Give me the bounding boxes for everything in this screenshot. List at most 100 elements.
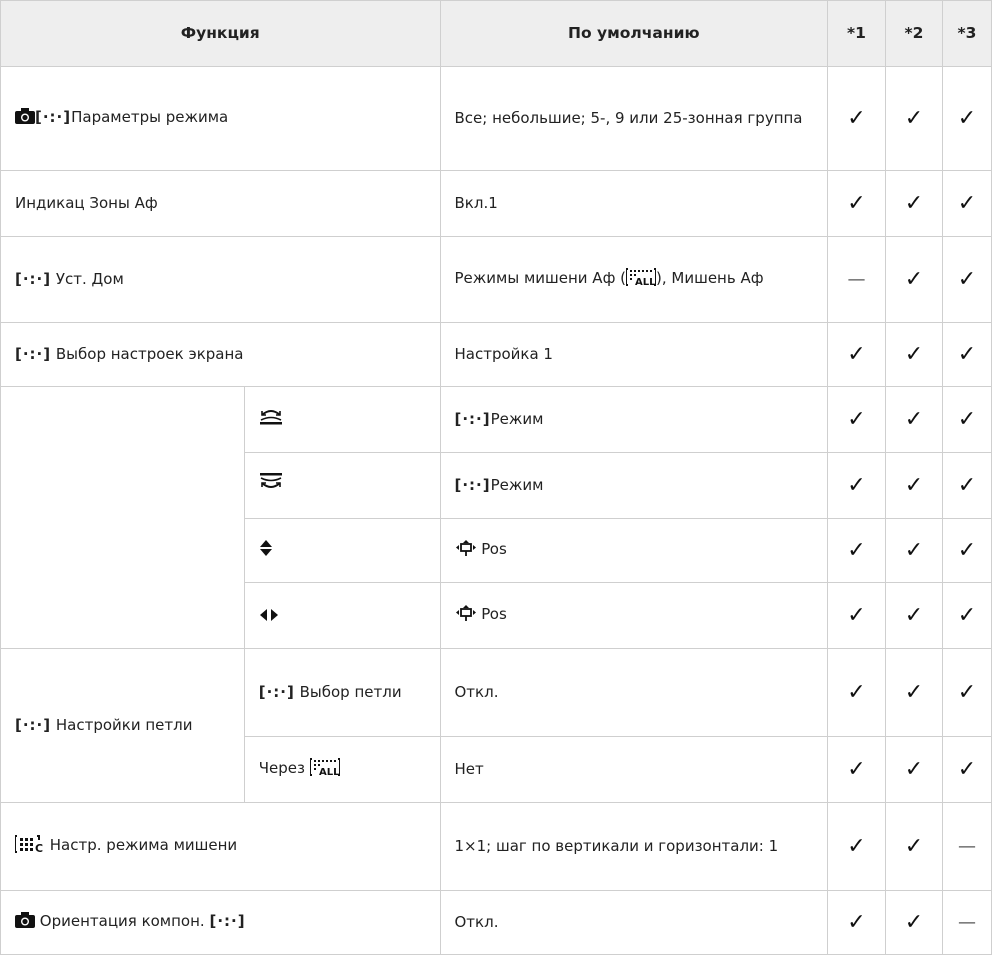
dash-mark: — [941,802,992,891]
check-mark: ✓ [884,66,943,171]
front-dial-icon [259,406,283,435]
check-mark: ✓ [827,890,886,955]
table-row: Ориентация компон. [·:·] Откл. ✓ ✓ — [0,890,992,955]
af-target-icon: [·:·] [15,716,52,734]
default-cell: Нет [439,736,828,803]
check-mark: ✓ [827,736,886,803]
af-target-icon: [·:·] [258,683,295,701]
column-header-3: *3 [941,0,992,67]
check-mark: ✓ [884,736,943,803]
all-targets-icon: ALL [625,267,658,295]
check-mark: ✓ [884,802,943,891]
check-mark: ✓ [941,518,992,583]
camera-icon [15,910,35,937]
empty-group-cell [0,386,245,649]
function-label: Ориентация компон. [39,912,205,930]
subfunction-cell [243,452,441,519]
default-cell: [·:·]Режим [439,452,828,519]
function-cell: [·:·] Уст. Дом [0,236,441,323]
table-row: [·:·] Настройки петли [·:·] Выбор петли … [0,648,992,803]
check-mark: ✓ [827,582,886,649]
default-cell: Все; небольшие; 5-, 9 или 25-зонная груп… [439,66,828,171]
af-target-icon: [·:·] [209,912,246,930]
subfunction-cell [243,582,441,649]
check-mark: ✓ [827,386,886,453]
check-mark: ✓ [884,322,943,387]
multi-selector-icon [455,539,477,566]
dash-mark: — [941,890,992,955]
function-cell: Ориентация компон. [·:·] [0,890,441,955]
check-mark: ✓ [884,170,943,237]
check-mark: ✓ [941,736,992,803]
subfunction-cell [243,518,441,583]
check-mark: ✓ [941,66,992,171]
af-target-icon: [·:·] [15,345,52,363]
svg-text:ALL: ALL [319,767,340,776]
check-mark: ✓ [884,236,943,323]
subfunction-label: Через [258,758,305,777]
check-mark: ✓ [827,802,886,891]
rear-dial-icon [259,472,283,501]
check-mark: ✓ [884,890,943,955]
check-mark: ✓ [884,648,943,737]
subfunction-cell [243,386,441,453]
function-label: Выбор настроек экрана [55,345,244,363]
af-target-icon: [·:·] [15,270,52,288]
svg-text:ALL: ALL [635,277,656,286]
target-mode-icon: C [14,834,45,862]
table-row: [·:·]Параметры режима Все; небольшие; 5-… [0,66,992,171]
check-mark: ✓ [827,518,886,583]
check-mark: ✓ [941,648,992,737]
check-mark: ✓ [827,66,886,171]
column-header-function: Функция [0,0,441,67]
table-header-row: Функция По умолчанию *1 *2 *3 [0,0,992,67]
default-cell: Pos [439,518,828,583]
settings-table: Функция По умолчанию *1 *2 *3 [·:·]Парам… [0,0,992,955]
check-mark: ✓ [941,322,992,387]
default-cell: Вкл.1 [439,170,828,237]
check-mark: ✓ [884,518,943,583]
check-mark: ✓ [941,236,992,323]
function-label: Настр. режима мишени [49,835,238,854]
all-targets-icon: ALL [308,757,341,785]
function-label: Индикац Зоны Аф [0,170,441,237]
default-cell: Откл. [439,890,828,955]
table-row: Индикац Зоны Аф Вкл.1 ✓ ✓ ✓ [0,170,992,237]
table-row: [·:·] Выбор настроек экрана Настройка 1 … [0,322,992,387]
check-mark: ✓ [827,170,886,237]
table-row: [·:·]Режим ✓ ✓ ✓ [0,386,992,649]
function-label: Уст. Дом [55,270,124,288]
check-mark: ✓ [884,452,943,519]
check-mark: ✓ [941,170,992,237]
default-cell: Режимы мишени Аф (ALL), Мишень Аф [439,236,828,323]
default-cell: Pos [439,582,828,649]
function-cell: [·:·] Выбор настроек экрана [0,322,441,387]
subfunction-cell: [·:·] Выбор петли [243,648,441,737]
default-text: Режим [490,410,544,428]
default-text: ), Мишень Аф [656,268,764,287]
check-mark: ✓ [827,452,886,519]
check-mark: ✓ [884,582,943,649]
column-header-default: По умолчанию [439,0,828,67]
af-target-icon: [·:·] [454,410,491,428]
svg-text:C: C [35,842,43,853]
check-mark: ✓ [941,582,992,649]
table-row: C Настр. режима мишени 1×1; шаг по верти… [0,802,992,891]
check-mark: ✓ [827,648,886,737]
camera-icon [15,106,35,133]
default-text: Режим [490,476,544,494]
default-cell: Откл. [439,648,828,737]
up-down-arrows-icon [259,539,273,566]
af-target-icon: [·:·] [35,108,72,126]
dash-mark: — [827,236,886,323]
default-cell: 1×1; шаг по вертикали и горизонтали: 1 [439,802,828,891]
check-mark: ✓ [941,452,992,519]
check-mark: ✓ [884,386,943,453]
check-mark: ✓ [827,322,886,387]
column-header-2: *2 [884,0,943,67]
table-row: [·:·] Уст. Дом Режимы мишени Аф (ALL), М… [0,236,992,323]
default-cell: Настройка 1 [439,322,828,387]
left-right-arrows-icon [259,604,279,631]
column-header-1: *1 [827,0,886,67]
multi-selector-icon [455,604,477,631]
